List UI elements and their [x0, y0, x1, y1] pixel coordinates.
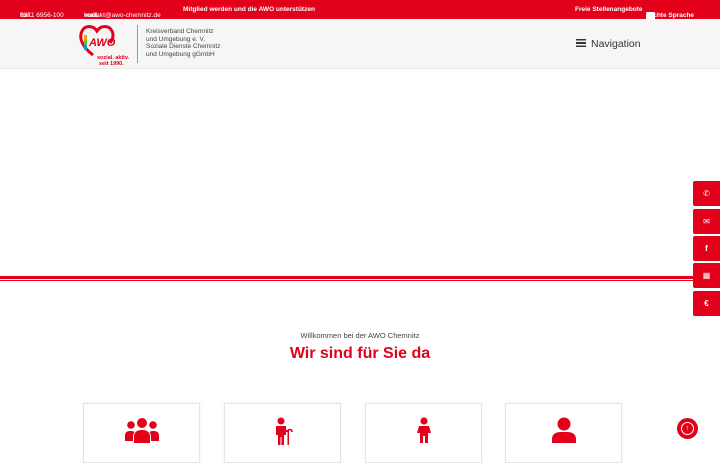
- arrow-up-icon: ↑: [681, 422, 694, 435]
- side-mail-button[interactable]: ✉: [693, 209, 720, 234]
- easy-language-label: leichte Sprache: [646, 12, 695, 19]
- logo-divider: [137, 25, 138, 63]
- side-newsletter-button[interactable]: ▦: [693, 263, 720, 288]
- navigation-label: Navigation: [591, 38, 641, 50]
- facebook-icon: f: [705, 244, 708, 253]
- hero-banner: [0, 70, 720, 276]
- side-facebook-button[interactable]: f: [693, 236, 720, 261]
- service-card-seniors[interactable]: [224, 403, 341, 463]
- logo-since: seit 1990.: [99, 61, 124, 67]
- organization-name: Kreisverband Chemnitz und Umgebung e. V.…: [146, 28, 221, 58]
- side-phone-button[interactable]: ✆: [693, 181, 720, 206]
- hero-divider: [0, 276, 720, 279]
- phone-number: 0371 6956-100: [20, 12, 64, 19]
- site-header: AWO sozial. aktiv. seit 1990. Kreisverba…: [0, 19, 720, 69]
- mail-address: kontakt@awo-chemnitz.de: [84, 12, 161, 19]
- donate-icon: €: [704, 299, 709, 308]
- service-card-groups[interactable]: [83, 403, 200, 463]
- hero-divider-thin: [0, 280, 720, 281]
- group-icon: [124, 418, 159, 443]
- child-icon: [416, 417, 431, 443]
- side-donate-button[interactable]: €: [693, 291, 720, 316]
- senior-icon: [275, 417, 293, 445]
- person-icon: [551, 417, 576, 443]
- member-link[interactable]: Mitglied werden und die AWO unterstützen: [183, 6, 315, 13]
- navigation-button[interactable]: Navigation: [576, 38, 641, 50]
- logo-wordmark: AWO: [88, 37, 116, 49]
- top-bar: fon. 0371 6956-100 mail. kontakt@awo-che…: [0, 0, 720, 21]
- mail-icon: ✉: [703, 217, 710, 226]
- welcome-intro: Willkommen bei der AWO Chemnitz: [300, 331, 420, 340]
- hamburger-icon: [576, 39, 586, 47]
- welcome-headline: Wir sind für Sie da: [289, 345, 431, 362]
- phone-icon: ✆: [703, 189, 710, 198]
- newsletter-icon: ▦: [702, 271, 711, 280]
- scroll-to-top-button[interactable]: ↑: [677, 418, 698, 439]
- service-card-children[interactable]: [365, 403, 482, 463]
- awo-logo[interactable]: AWO sozial. aktiv. seit 1990.: [78, 22, 130, 68]
- service-card-persons[interactable]: [505, 403, 622, 463]
- jobs-link[interactable]: Freie Stellenangebote: [575, 6, 643, 13]
